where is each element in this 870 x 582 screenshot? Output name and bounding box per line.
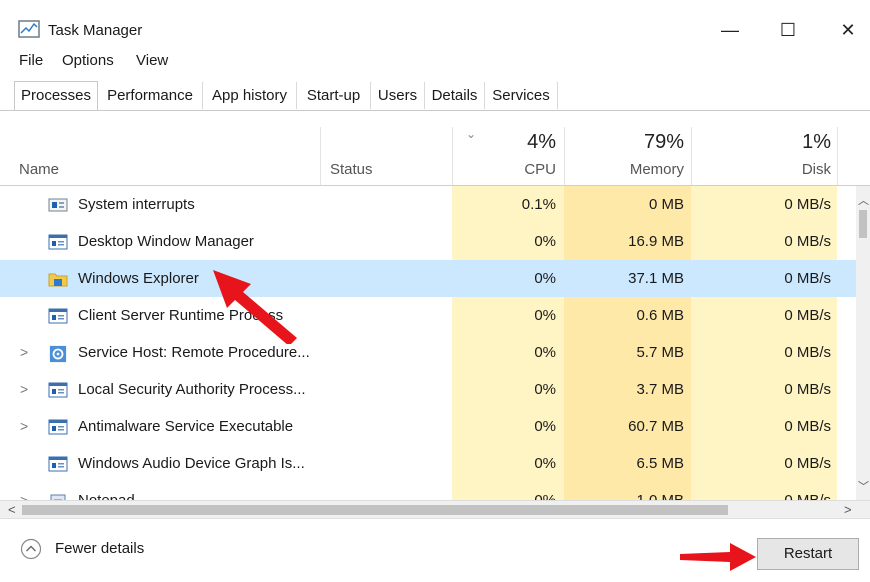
column-status[interactable]: Status: [330, 161, 373, 178]
process-cpu: 0.1%: [521, 196, 556, 213]
process-memory: 5.7 MB: [636, 344, 684, 361]
menu-bar: File Options View: [0, 52, 870, 74]
process-disk: 0 MB/s: [784, 307, 831, 324]
window-title: Task Manager: [48, 22, 143, 39]
window-icon: [48, 456, 68, 472]
window-icon: [48, 419, 68, 435]
column-divider: [837, 127, 838, 185]
process-memory: 60.7 MB: [628, 418, 684, 435]
close-button[interactable]: ✕: [828, 16, 868, 44]
process-disk: 0 MB/s: [784, 344, 831, 361]
column-disk[interactable]: Disk: [700, 161, 831, 178]
process-name: Local Security Authority Process...: [78, 381, 306, 398]
process-row[interactable]: Windows Explorer 0% 37.1 MB 0 MB/s: [0, 260, 856, 297]
tab-details[interactable]: Details: [425, 82, 485, 109]
column-divider: [691, 127, 692, 185]
disk-percent: 1%: [802, 131, 831, 153]
column-cpu[interactable]: CPU: [460, 161, 556, 178]
process-name: Desktop Window Manager: [78, 233, 254, 250]
window-icon: [48, 234, 68, 250]
window-icon: [48, 308, 68, 324]
fewer-details-label: Fewer details: [55, 540, 145, 557]
process-memory: 0 MB: [648, 196, 684, 213]
scroll-right-icon[interactable]: >: [844, 502, 852, 517]
tab-processes[interactable]: Processes: [14, 81, 98, 111]
footer-divider: [0, 518, 870, 519]
tab-startup[interactable]: Start-up: [297, 82, 371, 109]
menu-options[interactable]: Options: [62, 52, 114, 69]
maximize-button[interactable]: ☐: [768, 16, 808, 44]
process-row[interactable]: System interrupts 0.1% 0 MB 0 MB/s: [0, 186, 856, 223]
column-memory[interactable]: Memory: [572, 161, 684, 178]
process-row[interactable]: > Local Security Authority Process... 0% 3.…: [0, 371, 856, 408]
column-divider: [320, 127, 321, 185]
process-cpu: 0%: [534, 344, 556, 361]
process-disk: 0 MB/s: [784, 418, 831, 435]
process-disk: 0 MB/s: [784, 233, 831, 250]
annotation-arrow-icon: [680, 543, 756, 571]
hscroll-thumb[interactable]: [22, 505, 728, 515]
chevron-up-icon: [20, 538, 42, 560]
process-disk: 0 MB/s: [784, 270, 831, 287]
process-cpu: 0%: [534, 307, 556, 324]
scroll-thumb[interactable]: [859, 210, 867, 238]
process-name: Windows Audio Device Graph Is...: [78, 455, 305, 472]
process-memory: 3.7 MB: [636, 381, 684, 398]
scroll-left-icon[interactable]: <: [8, 502, 16, 517]
tab-users[interactable]: Users: [371, 82, 425, 109]
column-divider: [452, 127, 453, 185]
menu-view[interactable]: View: [136, 52, 168, 69]
tab-performance[interactable]: Performance: [98, 82, 203, 109]
process-name: System interrupts: [78, 196, 195, 213]
expand-chevron-icon[interactable]: >: [20, 371, 28, 408]
process-row[interactable]: > Service Host: Remote Procedure... 0% 5.7 …: [0, 334, 856, 371]
process-cpu: 0%: [534, 418, 556, 435]
horizontal-scrollbar[interactable]: < >: [0, 500, 870, 519]
menu-file[interactable]: File: [19, 52, 43, 69]
expand-chevron-icon[interactable]: >: [20, 408, 28, 445]
process-disk: 0 MB/s: [784, 196, 831, 213]
column-header: Name Status ⌄ 4% CPU 79% Memory 1% Disk: [0, 111, 870, 186]
process-name: Windows Explorer: [78, 270, 199, 287]
column-name[interactable]: Name: [19, 161, 59, 178]
gear-icon: [48, 345, 68, 363]
process-disk: 0 MB/s: [784, 381, 831, 398]
memory-percent: 79%: [643, 131, 684, 153]
process-cpu: 0%: [534, 233, 556, 250]
process-memory: 37.1 MB: [628, 270, 684, 287]
vertical-scrollbar[interactable]: ︿ ﹀: [856, 186, 870, 502]
cpu-percent: 4%: [527, 131, 556, 153]
annotation-arrow-icon: [213, 270, 297, 344]
restart-button[interactable]: Restart: [757, 538, 859, 570]
process-disk: 0 MB/s: [784, 455, 831, 472]
window-icon: [48, 382, 68, 398]
tab-app-history[interactable]: App history: [203, 82, 297, 109]
process-row[interactable]: Desktop Window Manager 0% 16.9 MB 0 MB/s: [0, 223, 856, 260]
minimize-button[interactable]: —: [710, 16, 750, 44]
process-cpu: 0%: [534, 455, 556, 472]
process-cpu: 0%: [534, 381, 556, 398]
process-memory: 0.6 MB: [636, 307, 684, 324]
process-memory: 6.5 MB: [636, 455, 684, 472]
column-divider: [564, 127, 565, 185]
process-row[interactable]: Client Server Runtime Process 0% 0.6 MB 0 M…: [0, 297, 856, 334]
expand-chevron-icon[interactable]: >: [20, 334, 28, 371]
title-bar: Task Manager — ☐ ✕: [0, 0, 870, 48]
process-list: System interrupts 0.1% 0 MB 0 MB/s Desktop W…: [0, 186, 856, 508]
process-row[interactable]: Windows Audio Device Graph Is... 0% 6.5 MB…: [0, 445, 856, 482]
scroll-up-icon[interactable]: ︿: [858, 192, 869, 208]
process-memory: 16.9 MB: [628, 233, 684, 250]
process-name: Antimalware Service Executable: [78, 418, 294, 435]
tab-strip: Processes Performance App history Start-…: [0, 81, 870, 111]
system-icon: [48, 197, 68, 213]
process-cpu: 0%: [534, 270, 556, 287]
folder-icon: [48, 271, 68, 287]
task-manager-icon: [18, 20, 40, 38]
scroll-down-icon[interactable]: ﹀: [858, 478, 869, 494]
tab-services[interactable]: Services: [485, 82, 558, 109]
process-row[interactable]: > Antimalware Service Executable 0% 60.7 MB…: [0, 408, 856, 445]
